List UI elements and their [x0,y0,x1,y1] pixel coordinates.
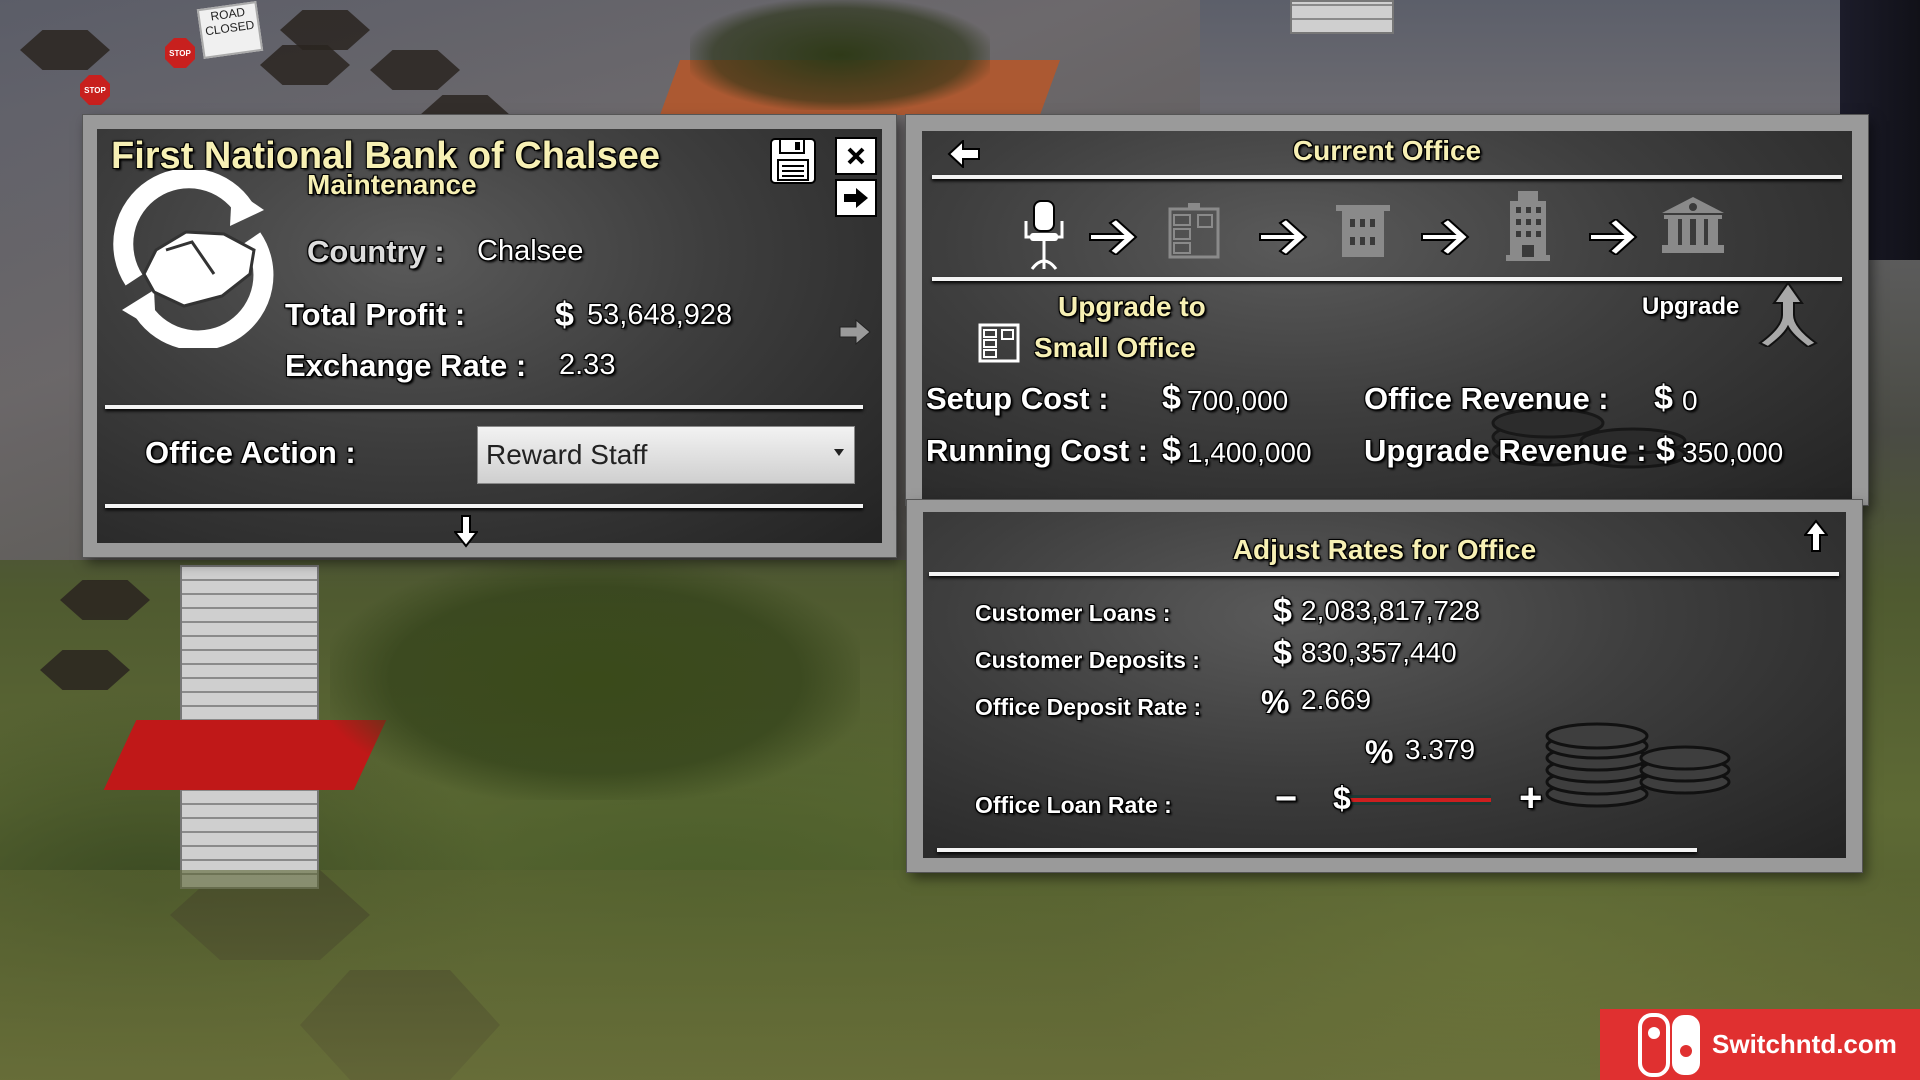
setup-cost-label: Setup Cost : [926,381,1109,416]
upgrade-to-label: Upgrade to [1058,291,1206,322]
total-profit-value: 53,648,928 [587,299,733,331]
deposit-rate-value: 2.669 [1301,684,1372,715]
office-action-dropdown[interactable]: Reward Staff [477,426,855,484]
deposit-rate-label: Office Deposit Rate : [975,694,1202,720]
building-icon [1336,205,1390,257]
increase-loan-rate-button[interactable]: + [1519,776,1542,821]
arrow-right-icon [1259,219,1308,255]
next-bank-button[interactable] [835,179,877,217]
handshake-cycle-icon [113,170,274,348]
slider-handle[interactable]: $ [1333,780,1351,817]
loan-rate-slider[interactable]: $ [1333,780,1491,816]
brick-pillar [1290,0,1394,34]
divider [937,848,1697,852]
current-office-panel: Current Office Upgrade to Small Office U… [906,115,1868,505]
arrow-down-icon [454,515,478,548]
office-revenue-label: Office Revenue : [1364,381,1609,416]
adjust-rates-title: Adjust Rates for Office [1232,534,1537,565]
tree-foliage [690,0,990,110]
chevron-down-icon [834,449,844,456]
upgrade-target: Small Office [1034,332,1196,363]
decrease-loan-rate-button[interactable]: − [1275,778,1297,821]
slider-fill [1341,798,1491,802]
adjust-rates-body: Adjust Rates for Office Customer Loans :… [923,512,1846,858]
office-revenue-currency: $ [1654,379,1673,417]
filing-cabinet-icon [978,323,1020,363]
bank-status: Maintenance [307,169,477,200]
exchange-rate-label: Exchange Rate : [285,348,527,383]
total-profit-currency: $ [555,296,574,334]
arrow-up-icon [1804,519,1828,552]
divider [105,504,863,508]
collapse-button[interactable] [453,513,479,549]
upgrade-button-label: Upgrade [1642,293,1740,320]
close-button[interactable] [835,137,877,175]
upgrade-path [922,191,1852,281]
save-button[interactable] [767,135,819,187]
customer-loans-currency: $ [1273,592,1292,630]
setup-cost-value: 700,000 [1187,385,1289,416]
coins-icon [1545,722,1731,808]
arrow-right-icon [839,319,871,345]
country-label: Country : [307,234,445,269]
divider [929,572,1839,576]
stop-sign: STOP [80,75,110,105]
arrow-right-icon [1421,219,1470,255]
switch-logo-icon [1638,1012,1700,1077]
running-cost-label: Running Cost : [926,433,1149,468]
running-cost-value: 1,400,000 [1187,437,1312,468]
road-closed-sign: ROAD CLOSED [196,1,264,59]
arrow-right-icon [1089,219,1138,255]
adjust-rates-panel: Adjust Rates for Office Customer Loans :… [907,500,1862,872]
office-action-label: Office Action : [145,435,356,470]
deposit-rate-percent: % [1261,684,1290,720]
expand-button[interactable] [1803,518,1829,554]
office-action-selected: Reward Staff [486,439,648,470]
customer-loans-value: 2,083,817,728 [1301,595,1481,626]
divider [932,175,1842,179]
filing-cabinet-icon [1168,203,1220,259]
watermark-text: Switchntd.com [1712,1029,1897,1059]
upgrade-revenue-label: Upgrade Revenue : [1364,433,1647,468]
merge-arrow-up-icon [1758,281,1818,347]
office-chair-icon [1024,200,1064,270]
divider [105,405,863,409]
bank-panel-body: First National Bank of Chalsee Maintenan… [97,129,882,548]
hex-tile [60,580,150,620]
arrow-right-icon [844,188,868,208]
customer-loans-label: Customer Loans : [975,600,1171,626]
upgrade-revenue-value: 350,000 [1682,437,1784,468]
bank-logo [103,169,283,349]
next-office-button[interactable] [837,317,873,347]
setup-cost-currency: $ [1162,379,1181,417]
hex-tile [40,650,130,690]
running-cost-currency: $ [1162,431,1181,469]
save-icon [770,138,816,184]
upgrade-revenue-currency: $ [1656,431,1675,469]
office-revenue-value: 0 [1682,385,1698,416]
customer-deposits-value: 830,357,440 [1301,637,1457,668]
close-icon [847,147,865,165]
loan-rate-value: 3.379 [1405,734,1476,765]
country-value: Chalsee [477,235,584,267]
customer-deposits-currency: $ [1273,634,1292,672]
customer-deposits-label: Customer Deposits : [975,647,1200,673]
skyscraper-icon [1506,191,1550,261]
exchange-rate-value: 2.33 [559,349,616,381]
watermark: Switchntd.com [1600,1009,1920,1080]
total-profit-label: Total Profit : [285,297,466,332]
loan-rate-label: Office Loan Rate : [975,792,1172,818]
bank-icon [1662,197,1724,253]
stop-sign: STOP [165,38,195,68]
bushes [330,560,860,800]
current-office-body: Current Office Upgrade to Small Office U… [922,131,1852,505]
arrow-right-icon [1589,219,1638,255]
current-office-title: Current Office [1292,135,1482,166]
bank-panel: First National Bank of Chalsee Maintenan… [83,115,896,557]
upgrade-button[interactable]: Upgrade [1642,281,1822,351]
loan-rate-percent: % [1365,734,1394,770]
